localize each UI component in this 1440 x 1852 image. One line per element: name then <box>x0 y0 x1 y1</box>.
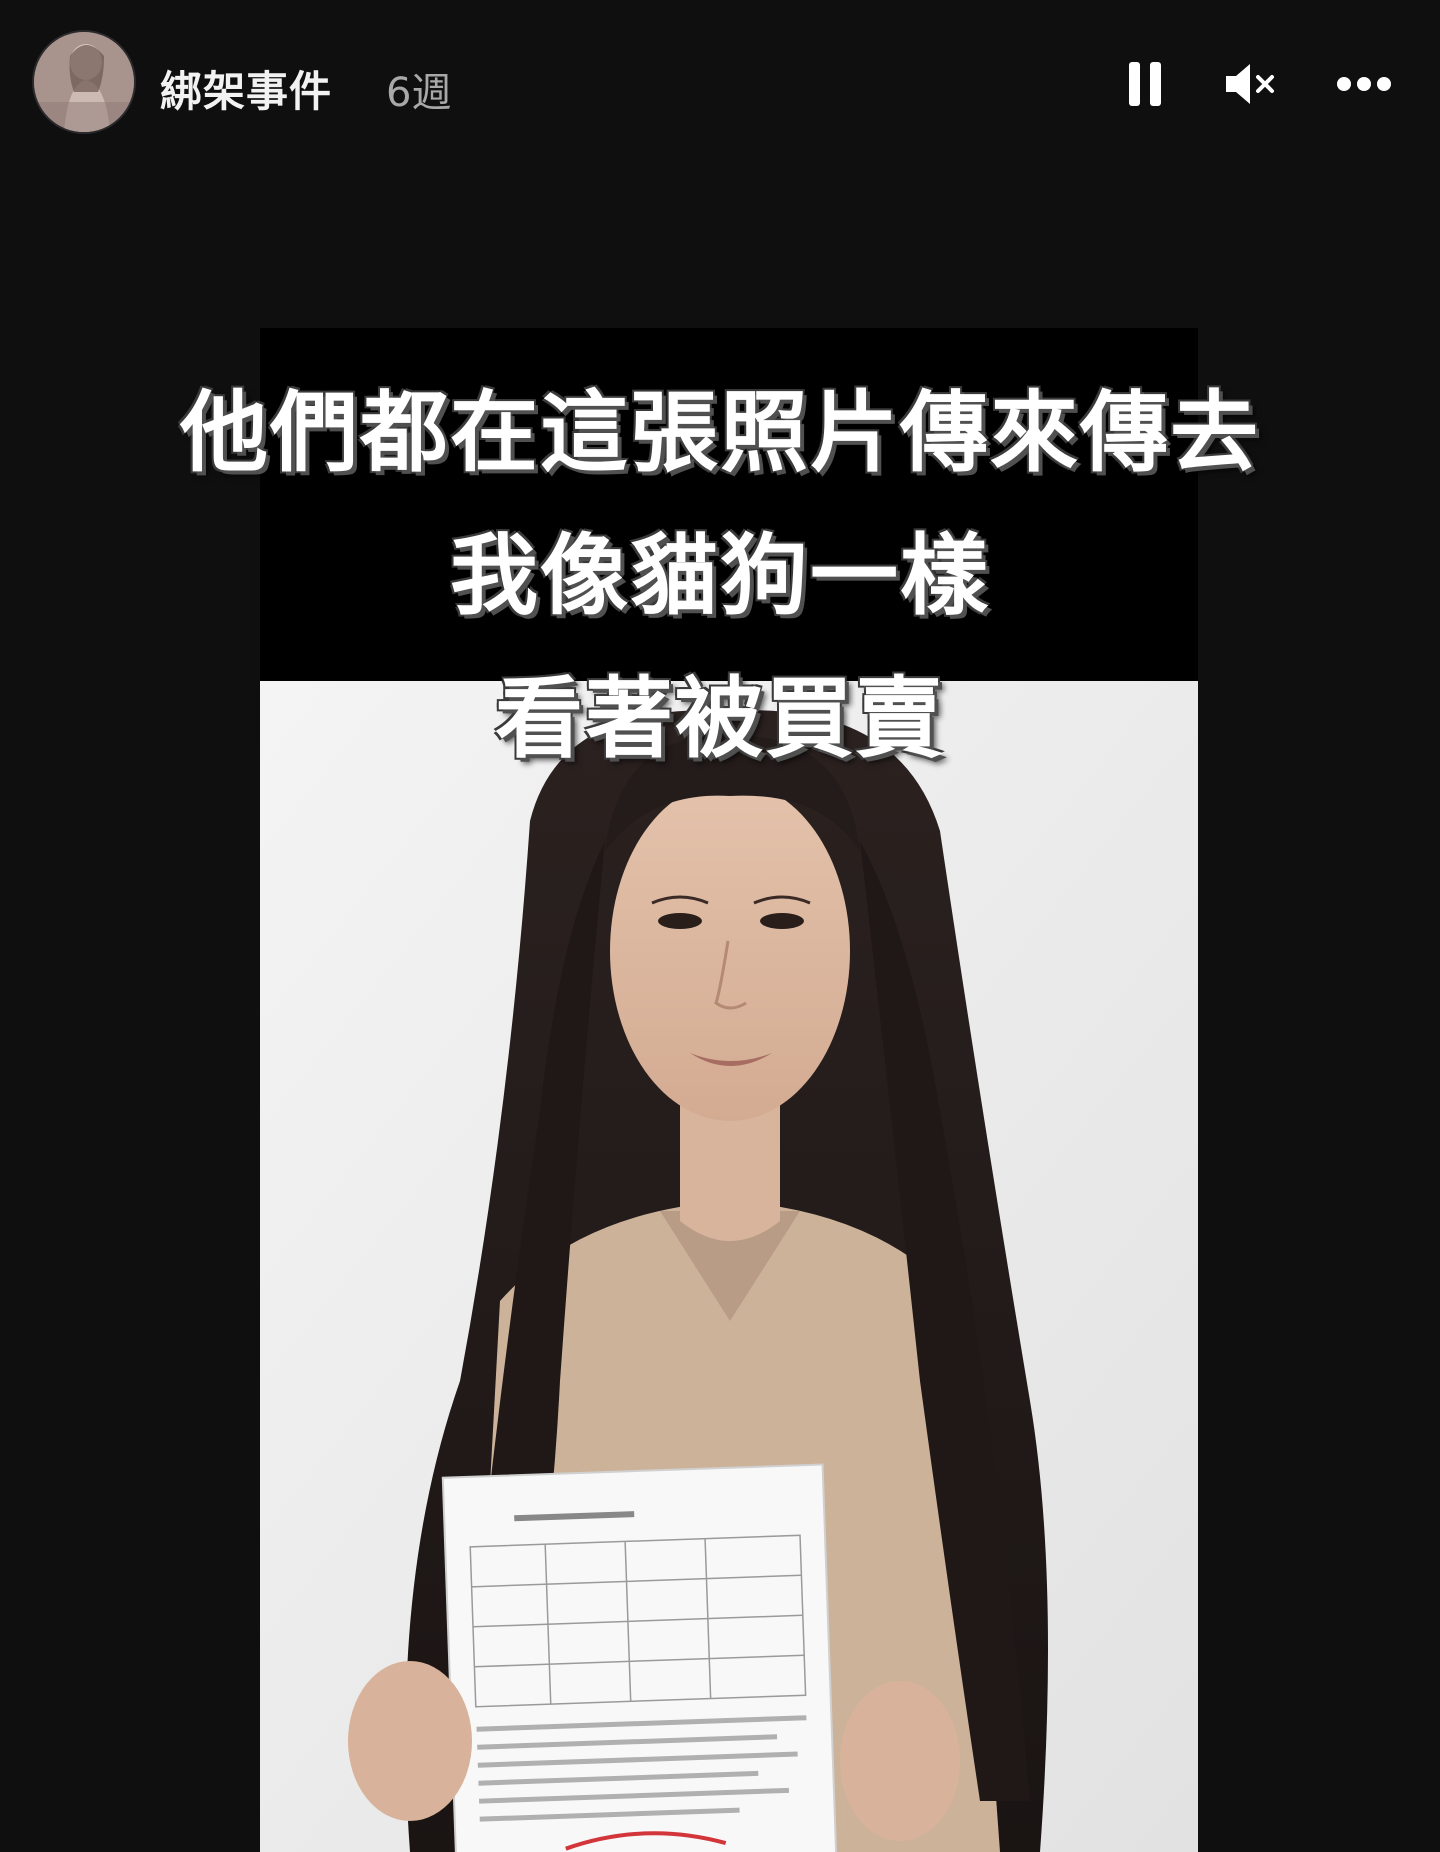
story-media <box>260 328 1198 1852</box>
mute-button[interactable] <box>1218 52 1282 116</box>
story-photo <box>260 681 1198 1852</box>
story-header: 綁架事件 6週 <box>0 0 1440 170</box>
caption-background <box>260 328 1198 681</box>
post-timestamp: 6週 <box>386 70 452 116</box>
more-options-icon <box>1337 77 1391 91</box>
volume-muted-icon <box>1226 64 1274 104</box>
profile-avatar[interactable] <box>34 32 134 132</box>
photo-image <box>260 681 1198 1852</box>
story-viewer[interactable]: 綁架事件 6週 他們都在這張照片傳來傳去 我像貓狗一樣 看著被買賣 <box>0 0 1440 1852</box>
pause-button[interactable] <box>1113 52 1177 116</box>
avatar-image <box>34 32 134 132</box>
more-options-button[interactable] <box>1332 52 1396 116</box>
username[interactable]: 綁架事件 <box>160 58 332 119</box>
pause-icon <box>1129 62 1161 106</box>
